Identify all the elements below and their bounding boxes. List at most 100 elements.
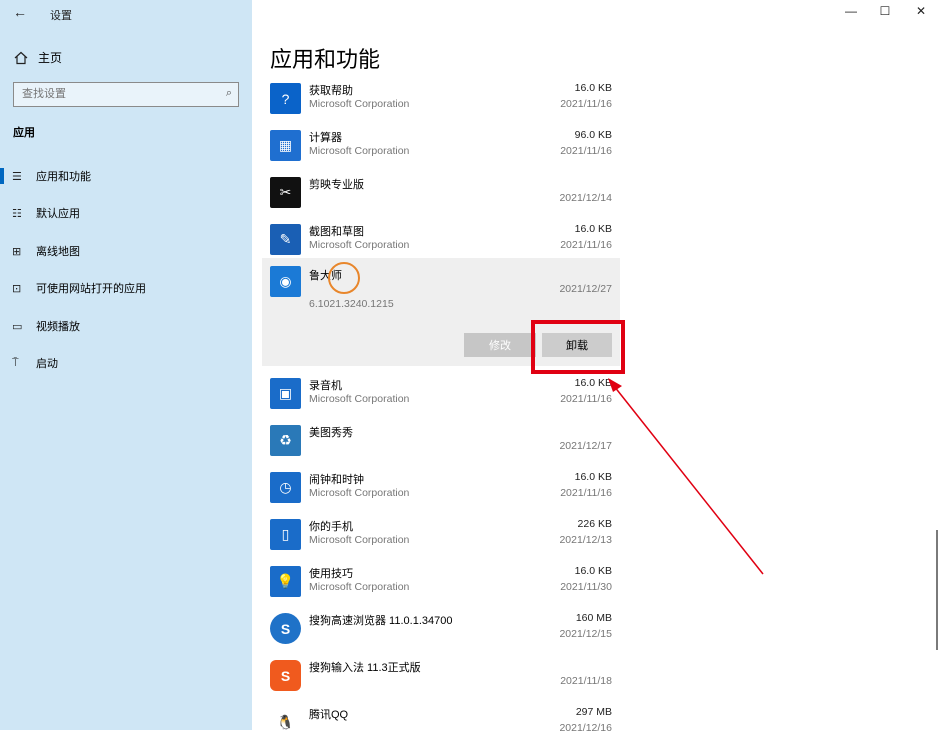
app-item-capcut[interactable]: ✂ 剪映专业版 2021/12/14	[262, 173, 620, 220]
sidebar-item-video-playback[interactable]: ▭ 视频播放	[0, 308, 252, 344]
capcut-icon: ✂	[270, 177, 301, 208]
app-date: 2021/12/14	[559, 192, 612, 204]
modify-button[interactable]: 修改	[464, 333, 536, 357]
app-item-alarms-clock[interactable]: ◷ 闹钟和时钟 Microsoft Corporation 16.0 KB 20…	[262, 468, 620, 515]
app-publisher: Microsoft Corporation	[309, 393, 410, 405]
list-icon: ☰	[12, 170, 22, 183]
app-size: 96.0 KB	[574, 129, 612, 141]
app-item-get-help[interactable]: ? 获取帮助 Microsoft Corporation 16.0 KB 202…	[262, 79, 620, 126]
app-date: 2021/11/30	[560, 581, 612, 593]
app-date: 2021/12/16	[559, 722, 612, 734]
app-name: 闹钟和时钟	[309, 474, 364, 486]
website-icon: ⊡	[12, 282, 22, 295]
search-input[interactable]	[14, 83, 212, 105]
get-help-icon: ?	[270, 83, 301, 114]
app-size: 16.0 KB	[574, 565, 612, 577]
search-box[interactable]: ⌕	[13, 82, 239, 107]
app-name: 搜狗输入法 11.3正式版	[309, 662, 421, 674]
voice-recorder-icon: ▣	[270, 378, 301, 409]
app-size: 16.0 KB	[574, 223, 612, 235]
window-title: 设置	[50, 10, 72, 22]
app-size: 160 MB	[575, 612, 612, 624]
app-name: 你的手机	[309, 521, 353, 533]
app-name: 录音机	[309, 380, 342, 392]
app-date: 2021/12/13	[559, 534, 612, 546]
cursor-highlight-ring	[328, 262, 360, 294]
app-name: 美图秀秀	[309, 427, 353, 439]
calculator-icon: ▦	[270, 130, 301, 161]
alarm-clock-icon: ◷	[270, 472, 301, 503]
sidebar-item-default-apps[interactable]: ☷ 默认应用	[0, 195, 252, 231]
app-date: 2021/11/16	[560, 239, 612, 251]
sidebar-item-label: 离线地图	[36, 246, 80, 258]
startup-icon: ⍑	[12, 356, 19, 369]
app-publisher: Microsoft Corporation	[309, 239, 410, 251]
app-item-tips[interactable]: 💡 使用技巧 Microsoft Corporation 16.0 KB 202…	[262, 562, 620, 609]
sidebar-item-label: 默认应用	[36, 208, 80, 220]
app-name: 计算器	[309, 132, 342, 144]
app-date: 2021/11/18	[560, 675, 612, 687]
app-item-calculator[interactable]: ▦ 计算器 Microsoft Corporation 96.0 KB 2021…	[262, 126, 620, 173]
home-nav-item[interactable]: 主页	[14, 49, 62, 66]
app-publisher: Microsoft Corporation	[309, 145, 410, 157]
app-name: 获取帮助	[309, 85, 353, 97]
scrollbar[interactable]	[936, 530, 938, 650]
app-date: 2021/11/16	[560, 98, 612, 110]
app-version: 6.1021.3240.1215	[309, 298, 394, 310]
sogou-browser-icon: S	[270, 613, 301, 644]
app-date: 2021/12/17	[559, 440, 612, 452]
video-icon: ▭	[12, 320, 23, 333]
app-size: 16.0 KB	[574, 82, 612, 94]
sidebar-item-apps-for-websites[interactable]: ⊡ 可使用网站打开的应用	[0, 270, 252, 306]
app-date: 2021/12/27	[559, 283, 612, 295]
app-size: 16.0 KB	[574, 471, 612, 483]
app-item-voice-recorder[interactable]: ▣ 录音机 Microsoft Corporation 16.0 KB 2021…	[262, 374, 620, 421]
sidebar-item-startup[interactable]: ⍑ 启动	[0, 345, 252, 381]
app-name: 腾讯QQ	[309, 709, 349, 721]
app-size: 297 MB	[575, 706, 612, 718]
phone-icon: ▯	[270, 519, 301, 550]
qq-penguin-icon: 🐧	[270, 707, 301, 738]
sidebar: ← 设置 主页 ⌕ 应用 ☰ 应用和功能 ☷ 默认应用 ⊞ 离线地图 ⊡ 可使用…	[0, 0, 252, 730]
app-name: 剪映专业版	[309, 179, 364, 191]
sogou-input-icon: S	[270, 660, 301, 691]
ludashi-icon: ◉	[270, 266, 301, 297]
app-date: 2021/12/15	[559, 628, 612, 640]
app-date: 2021/11/16	[560, 393, 612, 405]
sidebar-item-offline-maps[interactable]: ⊞ 离线地图	[0, 233, 252, 269]
app-date: 2021/11/16	[560, 145, 612, 157]
sidebar-item-label: 视频播放	[36, 321, 80, 333]
app-publisher: Microsoft Corporation	[309, 581, 410, 593]
maximize-icon[interactable]: ☐	[870, 4, 900, 18]
app-item-qq[interactable]: 🐧 腾讯QQ 297 MB 2021/12/16	[262, 703, 620, 750]
map-icon: ⊞	[12, 245, 22, 258]
app-publisher: Microsoft Corporation	[309, 487, 410, 499]
minimize-icon[interactable]: —	[836, 4, 866, 18]
app-item-your-phone[interactable]: ▯ 你的手机 Microsoft Corporation 226 KB 2021…	[262, 515, 620, 562]
app-name: 使用技巧	[309, 568, 353, 580]
home-icon	[14, 51, 28, 64]
page-title: 应用和功能	[270, 47, 381, 72]
sidebar-item-label: 启动	[36, 358, 58, 370]
app-publisher: Microsoft Corporation	[309, 98, 410, 110]
section-title: 应用	[13, 127, 35, 139]
app-item-sogou-browser[interactable]: S 搜狗高速浏览器 11.0.1.34700 160 MB 2021/12/15	[262, 609, 620, 656]
app-name: 搜狗高速浏览器 11.0.1.34700	[309, 615, 453, 627]
lightbulb-icon: 💡	[270, 566, 301, 597]
app-size: 226 KB	[577, 518, 612, 530]
meitu-icon: ♻	[270, 425, 301, 456]
app-item-meitu[interactable]: ♻ 美图秀秀 2021/12/17	[262, 421, 620, 468]
app-date: 2021/11/16	[560, 487, 612, 499]
sidebar-item-label: 应用和功能	[36, 171, 91, 183]
uninstall-highlight-box	[531, 320, 625, 374]
app-item-sogou-input[interactable]: S 搜狗输入法 11.3正式版 2021/11/18	[262, 656, 620, 703]
back-arrow-icon[interactable]: ←	[13, 4, 27, 20]
sidebar-item-label: 可使用网站打开的应用	[36, 283, 146, 295]
home-label: 主页	[38, 51, 63, 65]
default-apps-icon: ☷	[12, 207, 22, 220]
close-icon[interactable]: ✕	[906, 4, 936, 18]
snip-sketch-icon: ✎	[270, 224, 301, 255]
sidebar-item-apps-features[interactable]: ☰ 应用和功能	[0, 158, 252, 194]
search-icon[interactable]: ⌕	[226, 87, 232, 100]
app-publisher: Microsoft Corporation	[309, 534, 410, 546]
